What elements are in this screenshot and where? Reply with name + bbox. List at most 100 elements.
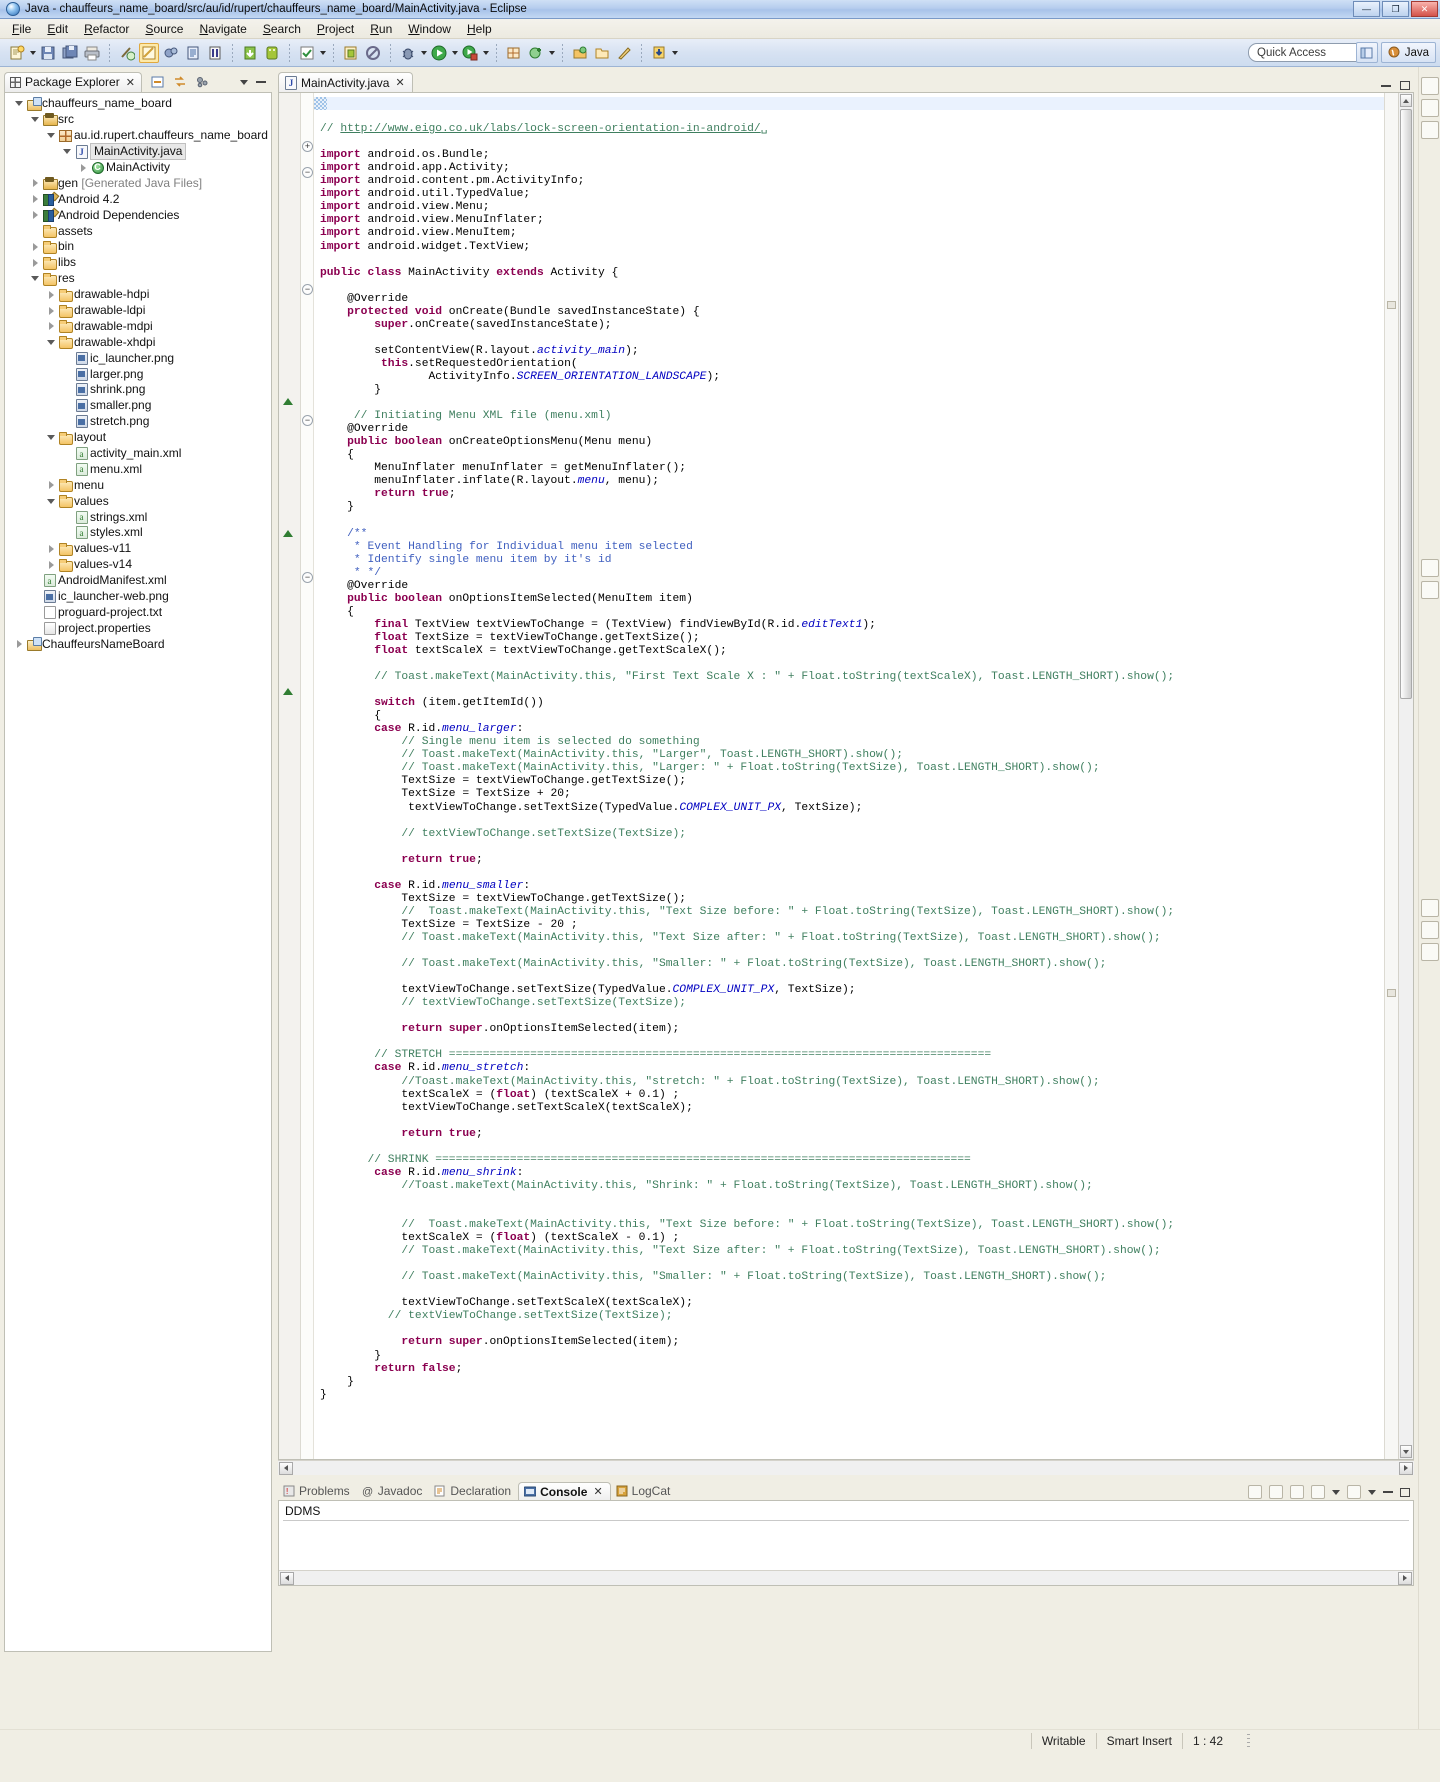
chevron-down-icon[interactable] xyxy=(13,96,25,111)
tree-item-shrink-png[interactable]: shrink.png xyxy=(5,382,271,398)
maximize-editor-icon[interactable] xyxy=(1400,81,1410,90)
tree-item-chauffeursnameboard[interactable]: ChauffeursNameBoard xyxy=(5,636,271,652)
tree-item-gen[interactable]: gen [Generated Java Files] xyxy=(5,175,271,191)
tree-item-mainactivity[interactable]: C MainActivity xyxy=(5,160,271,176)
tree-item-android-4-2[interactable]: Android 4.2 xyxy=(5,191,271,207)
menu-help[interactable]: Help xyxy=(459,20,500,38)
external-tools-dropdown-icon[interactable] xyxy=(481,43,490,63)
open-folder-icon[interactable] xyxy=(592,43,612,63)
fold-collapse-icon[interactable]: − xyxy=(302,415,313,426)
chevron-down-icon[interactable] xyxy=(1368,1489,1376,1495)
new-wizard-icon[interactable] xyxy=(7,43,27,63)
tree-item-src[interactable]: src xyxy=(5,112,271,128)
open-type-icon[interactable] xyxy=(183,43,203,63)
chevron-down-icon[interactable] xyxy=(240,79,248,85)
tree-item-au-id-rupert-chauffeurs-name-board[interactable]: au.id.rupert.chauffeurs_name_board xyxy=(5,128,271,144)
tree-item-strings-xml[interactable]: a strings.xml xyxy=(5,509,271,525)
chevron-down-icon[interactable] xyxy=(29,271,41,286)
console-tab-declaration[interactable]: Declaration xyxy=(429,1482,518,1501)
toggle-breakpoint-icon[interactable] xyxy=(161,43,181,63)
tree-item-layout[interactable]: layout xyxy=(5,430,271,446)
new-java-package-icon[interactable] xyxy=(504,43,524,63)
scroll-right-icon[interactable] xyxy=(1398,1571,1412,1585)
fold-expand-icon[interactable]: + xyxy=(302,141,313,152)
tree-item-values[interactable]: values xyxy=(5,493,271,509)
menu-window[interactable]: Window xyxy=(400,20,459,38)
fold-collapse-icon[interactable]: − xyxy=(302,284,313,295)
tree-item-stretch-png[interactable]: stretch.png xyxy=(5,414,271,430)
package-explorer-tree-body[interactable]: chauffeurs_name_board src au.id.rupert.cha… xyxy=(4,92,272,1652)
chevron-down-icon[interactable] xyxy=(45,430,57,445)
scroll-up-icon[interactable] xyxy=(1400,94,1412,107)
tree-item-menu-xml[interactable]: a menu.xml xyxy=(5,461,271,477)
editor-overview-ruler[interactable] xyxy=(1384,93,1398,1459)
new-wizard-dropdown-icon[interactable] xyxy=(28,43,37,63)
show-whitespace-icon[interactable] xyxy=(205,43,225,63)
new-java-class-icon[interactable] xyxy=(526,43,546,63)
download-dropdown-icon[interactable] xyxy=(670,43,679,63)
maximize-button[interactable]: ❐ xyxy=(1382,1,1409,17)
quick-access-input[interactable]: Quick Access xyxy=(1248,43,1368,62)
menu-project[interactable]: Project xyxy=(309,20,362,38)
tree-item-values-v11[interactable]: values-v11 xyxy=(5,541,271,557)
chevron-right-icon[interactable] xyxy=(45,319,57,334)
tree-item-menu[interactable]: menu xyxy=(5,477,271,493)
source-code[interactable]: package au.id.rupert.chauffeurs_name_boa… xyxy=(314,93,1384,1402)
chevron-right-icon[interactable] xyxy=(45,287,57,302)
new-android-project-icon[interactable] xyxy=(341,43,361,63)
menu-source[interactable]: Source xyxy=(137,20,191,38)
chevron-down-icon[interactable] xyxy=(1332,1489,1340,1495)
menu-run[interactable]: Run xyxy=(362,20,400,38)
outline-view-icon[interactable] xyxy=(1420,77,1439,95)
scroll-left-icon[interactable] xyxy=(280,1571,294,1585)
collapse-all-icon[interactable] xyxy=(150,74,166,90)
tree-item-drawable-xhdpi[interactable]: drawable-xhdpi xyxy=(5,334,271,350)
save-all-icon[interactable] xyxy=(60,43,80,63)
tree-item-larger-png[interactable]: larger.png xyxy=(5,366,271,382)
run-external-tools-icon[interactable] xyxy=(460,43,480,63)
avd-manager-icon[interactable] xyxy=(262,43,282,63)
templates-view-icon[interactable] xyxy=(1420,899,1439,917)
download-icon[interactable] xyxy=(649,43,669,63)
package-explorer-tab[interactable]: Package Explorer ✕ xyxy=(4,71,142,93)
tree-item-android-dependencies[interactable]: Android Dependencies xyxy=(5,207,271,223)
quick-fix-icon[interactable] xyxy=(117,43,137,63)
vertical-scroll-thumb[interactable] xyxy=(1400,109,1412,699)
ruler-pen-icon[interactable] xyxy=(614,43,634,63)
tree-item-libs[interactable]: libs xyxy=(5,255,271,271)
tree-item-mainactivity-java[interactable]: J MainActivity.java xyxy=(5,143,271,161)
menu-refactor[interactable]: Refactor xyxy=(76,20,137,38)
tree-item-drawable-hdpi[interactable]: drawable-hdpi xyxy=(5,287,271,303)
chevron-right-icon[interactable] xyxy=(45,557,57,572)
close-icon[interactable]: ✕ xyxy=(593,1485,602,1498)
chevron-down-icon[interactable] xyxy=(45,335,57,350)
close-icon[interactable]: ✕ xyxy=(395,76,404,89)
chevron-right-icon[interactable] xyxy=(29,192,41,207)
scroll-right-icon[interactable] xyxy=(1399,1461,1413,1475)
properties-view-icon[interactable] xyxy=(1420,559,1439,577)
tree-item-values-v14[interactable]: values-v14 xyxy=(5,557,271,573)
lint-dropdown-icon[interactable] xyxy=(318,43,327,63)
chevron-right-icon[interactable] xyxy=(77,160,89,175)
open-perspective-icon[interactable] xyxy=(1355,42,1378,63)
search-view-icon[interactable] xyxy=(1420,943,1439,961)
console-tab-problems[interactable]: ! Problems xyxy=(278,1482,357,1501)
tree-item-chauffeurs-name-board[interactable]: chauffeurs_name_board xyxy=(5,96,271,112)
menu-edit[interactable]: Edit xyxy=(39,20,76,38)
open-console-icon[interactable] xyxy=(1347,1485,1361,1499)
menu-file[interactable]: File xyxy=(4,20,39,38)
tree-item-drawable-ldpi[interactable]: drawable-ldpi xyxy=(5,303,271,319)
display-console-icon[interactable] xyxy=(1311,1485,1325,1499)
tree-item-assets[interactable]: assets xyxy=(5,223,271,239)
fold-collapse-icon[interactable]: − xyxy=(302,572,313,583)
tree-item-drawable-mdpi[interactable]: drawable-mdpi xyxy=(5,318,271,334)
perspective-java-button[interactable]: Java xyxy=(1380,42,1436,63)
editor-tab-mainactivity[interactable]: J MainActivity.java ✕ xyxy=(278,72,413,93)
tree-item-project-properties[interactable]: project.properties xyxy=(5,620,271,636)
chevron-right-icon[interactable] xyxy=(29,255,41,270)
editor-horizontal-scrollbar[interactable] xyxy=(278,1460,1414,1475)
close-button[interactable]: ✕ xyxy=(1411,1,1438,17)
tree-item-proguard-project-txt[interactable]: proguard-project.txt xyxy=(5,605,271,621)
console-tab-logcat[interactable]: LogCat xyxy=(611,1482,678,1501)
editor-vertical-scrollbar[interactable] xyxy=(1398,93,1413,1459)
